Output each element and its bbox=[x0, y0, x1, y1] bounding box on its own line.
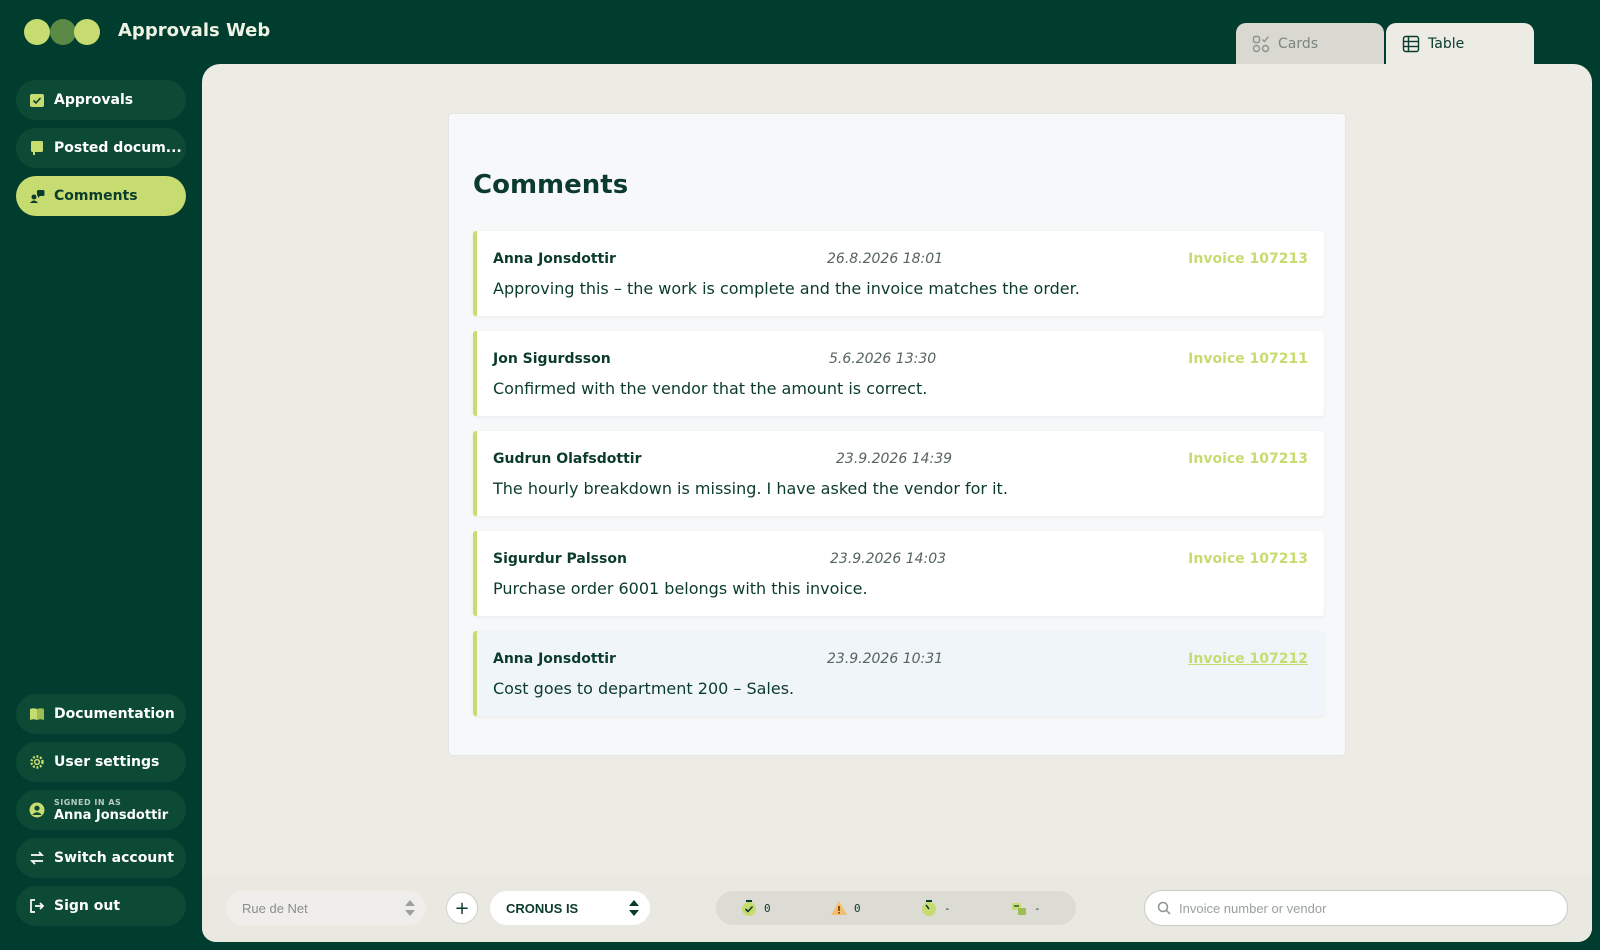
comment-item: Gudrun Olafsdottir 23.9.2026 14:39 Invoi… bbox=[473, 431, 1324, 516]
status-counters: 0 0 - - bbox=[716, 891, 1076, 925]
posted-icon bbox=[1012, 903, 1026, 915]
main-panel: Comments Anna Jonsdottir 26.8.2026 18:01… bbox=[202, 64, 1592, 942]
stat-warning[interactable]: 0 bbox=[830, 899, 861, 917]
view-tabs: Cards Table bbox=[1236, 23, 1534, 64]
add-company-button[interactable]: + bbox=[446, 892, 478, 924]
cards-icon bbox=[1252, 35, 1270, 52]
app-logo bbox=[24, 19, 104, 45]
tab-table-label: Table bbox=[1428, 35, 1465, 52]
comment-text: Confirmed with the vendor that the amoun… bbox=[493, 379, 928, 398]
select-arrows-icon bbox=[629, 900, 639, 916]
comment-author: Anna Jonsdottir bbox=[493, 251, 616, 267]
comment-date: 23.9.2026 14:03 bbox=[830, 551, 947, 567]
company-select-value: Rue de Net bbox=[242, 900, 308, 916]
sidebar-signed-in[interactable]: SIGNED IN AS Anna Jonsdottir bbox=[16, 790, 186, 830]
user-avatar-icon bbox=[29, 802, 45, 818]
stat-pending[interactable]: - bbox=[920, 899, 951, 917]
sidebar-item-documentation[interactable]: Documentation bbox=[16, 694, 186, 734]
sidebar-item-label: Switch account bbox=[54, 850, 174, 866]
comment-text: The hourly breakdown is missing. I have … bbox=[493, 479, 1008, 498]
warning-icon bbox=[831, 901, 847, 915]
signed-in-label: SIGNED IN AS bbox=[54, 797, 122, 807]
comment-author: Anna Jonsdottir bbox=[493, 651, 616, 667]
comment-invoice-link[interactable]: Invoice 107213 bbox=[1188, 251, 1308, 267]
table-icon bbox=[1402, 35, 1420, 52]
comment-item: Sigurdur Palsson 23.9.2026 14:03 Invoice… bbox=[473, 531, 1324, 616]
stat-value: 0 bbox=[764, 901, 771, 915]
comment-invoice-link[interactable]: Invoice 107213 bbox=[1188, 551, 1308, 567]
comment-text: Cost goes to department 200 – Sales. bbox=[493, 679, 795, 698]
stat-value: - bbox=[1034, 901, 1041, 915]
sidebar-item-label: Posted docum... bbox=[54, 140, 182, 156]
document-icon bbox=[29, 140, 45, 156]
sidebar-item-label: User settings bbox=[54, 754, 160, 770]
switch-icon bbox=[29, 850, 45, 866]
company-select[interactable]: Rue de Net bbox=[226, 891, 426, 925]
signed-in-block: SIGNED IN AS Anna Jonsdottir bbox=[54, 798, 168, 823]
select-arrows-icon bbox=[405, 900, 415, 916]
sidebar-item-approvals[interactable]: Approvals bbox=[16, 80, 186, 120]
comment-invoice-link[interactable]: Invoice 107212 bbox=[1188, 651, 1308, 667]
bottom-bar: Rue de Net + CRONUS IS 0 0 - - bbox=[202, 876, 1592, 942]
comment-item: Anna Jonsdottir 23.9.2026 10:31 Invoice … bbox=[473, 631, 1324, 716]
approved-icon bbox=[742, 900, 756, 916]
stat-value: 0 bbox=[854, 901, 861, 915]
sidebar-item-sign-out[interactable]: Sign out bbox=[16, 886, 186, 926]
comments-list: Anna Jonsdottir 26.8.2026 18:01 Invoice … bbox=[473, 231, 1324, 731]
sidebar-item-posted-documents[interactable]: Posted docum... bbox=[16, 128, 186, 168]
stat-value: - bbox=[944, 901, 951, 915]
book-icon bbox=[29, 706, 45, 722]
comment-text: Approving this – the work is complete an… bbox=[493, 279, 1080, 298]
sidebar-item-label: Approvals bbox=[54, 92, 134, 108]
approvals-icon bbox=[29, 92, 45, 108]
sidebar-item-comments[interactable]: Comments bbox=[16, 176, 186, 216]
stat-posted[interactable]: - bbox=[1010, 899, 1041, 917]
sidebar-item-user-settings[interactable]: User settings bbox=[16, 742, 186, 782]
comment-text: Purchase order 6001 belongs with this in… bbox=[493, 579, 868, 598]
sidebar-item-label: Comments bbox=[54, 188, 138, 204]
comments-card: Comments Anna Jonsdottir 26.8.2026 18:01… bbox=[448, 113, 1346, 756]
page-title: Comments bbox=[473, 170, 629, 200]
comments-icon bbox=[29, 188, 45, 204]
comment-author: Jon Sigurdsson bbox=[493, 351, 611, 367]
comment-date: 26.8.2026 18:01 bbox=[827, 251, 944, 267]
tab-cards[interactable]: Cards bbox=[1236, 23, 1384, 64]
sidebar-item-switch-account[interactable]: Switch account bbox=[16, 838, 186, 878]
comment-author: Gudrun Olafsdottir bbox=[493, 451, 642, 467]
tab-table[interactable]: Table bbox=[1386, 23, 1534, 64]
tenant-select-value: CRONUS IS bbox=[506, 900, 579, 916]
comment-date: 5.6.2026 13:30 bbox=[829, 351, 937, 367]
comment-date: 23.9.2026 14:39 bbox=[836, 451, 953, 467]
comment-author: Sigurdur Palsson bbox=[493, 551, 627, 567]
gear-icon bbox=[29, 754, 45, 770]
pending-icon bbox=[922, 900, 936, 916]
comment-invoice-link[interactable]: Invoice 107213 bbox=[1188, 451, 1308, 467]
comment-date: 23.9.2026 10:31 bbox=[827, 651, 944, 667]
tab-cards-label: Cards bbox=[1278, 35, 1319, 52]
stat-approved[interactable]: 0 bbox=[740, 899, 771, 917]
sidebar-item-label: Documentation bbox=[54, 706, 175, 722]
sign-out-icon bbox=[29, 898, 45, 914]
search-input[interactable] bbox=[1179, 900, 1539, 916]
sidebar-item-label: Sign out bbox=[54, 898, 121, 914]
signed-in-user: Anna Jonsdottir bbox=[54, 807, 169, 823]
comment-invoice-link[interactable]: Invoice 107211 bbox=[1188, 351, 1308, 367]
app-title: Approvals Web bbox=[118, 20, 271, 41]
comment-item: Jon Sigurdsson 5.6.2026 13:30 Invoice 10… bbox=[473, 331, 1324, 416]
search-icon bbox=[1157, 901, 1171, 915]
comment-item: Anna Jonsdottir 26.8.2026 18:01 Invoice … bbox=[473, 231, 1324, 316]
tenant-select[interactable]: CRONUS IS bbox=[490, 891, 650, 925]
invoice-search[interactable] bbox=[1144, 890, 1568, 926]
